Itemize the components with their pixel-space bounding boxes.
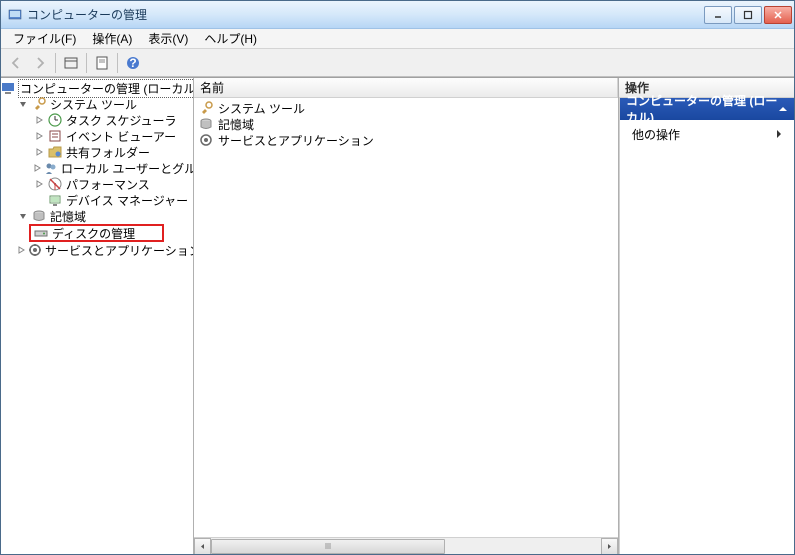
back-button[interactable] xyxy=(5,52,27,74)
list-item-label: 記憶域 xyxy=(218,116,254,133)
services-icon xyxy=(28,242,42,258)
forward-button[interactable] xyxy=(29,52,51,74)
list-row[interactable]: 記憶域 xyxy=(194,116,618,132)
scroll-left-button[interactable] xyxy=(194,538,211,555)
action-panel: 操作 コンピューターの管理 (ローカル) 他の操作 xyxy=(619,78,794,554)
device-icon xyxy=(47,192,63,208)
menu-view[interactable]: 表示(V) xyxy=(140,28,196,49)
collapse-icon[interactable] xyxy=(17,210,29,222)
tree-item-storage[interactable]: 記憶域 xyxy=(1,208,193,224)
disk-icon xyxy=(33,225,49,241)
svg-text:?: ? xyxy=(129,56,136,70)
menubar: ファイル(F) 操作(A) 表示(V) ヘルプ(H) xyxy=(1,29,794,49)
tree-item-event-viewer[interactable]: イベント ビューアー xyxy=(1,128,193,144)
shared-folder-icon xyxy=(47,144,63,160)
users-icon xyxy=(44,160,58,176)
tree-item-disk-management-highlighted[interactable]: ディスクの管理 xyxy=(29,224,164,242)
tree-label: システム ツール xyxy=(50,96,137,113)
window-frame: コンピューターの管理 ファイル(F) 操作(A) 表示(V) ヘルプ(H) xyxy=(0,0,795,555)
tree-label: パフォーマンス xyxy=(66,176,150,193)
computer-icon xyxy=(1,80,15,96)
expand-icon[interactable] xyxy=(33,114,45,126)
storage-icon xyxy=(198,116,214,132)
toolbar: ? xyxy=(1,49,794,77)
expand-icon[interactable] xyxy=(33,162,42,174)
expand-icon[interactable] xyxy=(33,178,45,190)
close-button[interactable] xyxy=(764,6,792,24)
menu-file[interactable]: ファイル(F) xyxy=(5,28,84,49)
services-icon xyxy=(198,132,214,148)
list-row[interactable]: システム ツール xyxy=(194,100,618,116)
list-body: システム ツール 記憶域 サービスとアプリケーション xyxy=(194,98,618,537)
menu-help[interactable]: ヘルプ(H) xyxy=(196,28,265,49)
toolbar-separator xyxy=(86,53,87,73)
maximize-button[interactable] xyxy=(734,6,762,24)
expand-icon[interactable] xyxy=(33,130,45,142)
titlebar: コンピューターの管理 xyxy=(1,1,794,29)
expand-icon[interactable] xyxy=(33,146,45,158)
tree-item-system-tools[interactable]: システム ツール xyxy=(1,96,193,112)
scroll-right-button[interactable] xyxy=(601,538,618,555)
tree-item-device-manager[interactable]: デバイス マネージャー xyxy=(1,192,193,208)
menu-action[interactable]: 操作(A) xyxy=(84,28,140,49)
tree-label: ローカル ユーザーとグループ xyxy=(61,160,194,177)
properties-button[interactable] xyxy=(91,52,113,74)
tree-label: 共有フォルダー xyxy=(66,144,150,161)
horizontal-scrollbar[interactable] xyxy=(194,537,618,554)
list-item-label: システム ツール xyxy=(218,100,305,117)
list-header: 名前 xyxy=(194,78,618,98)
expand-icon[interactable] xyxy=(17,244,26,256)
performance-icon xyxy=(47,176,63,192)
list-row[interactable]: サービスとアプリケーション xyxy=(194,132,618,148)
minimize-button[interactable] xyxy=(704,6,732,24)
help-button[interactable]: ? xyxy=(122,52,144,74)
up-button[interactable] xyxy=(60,52,82,74)
collapse-up-icon xyxy=(778,102,788,116)
action-section-title: コンピューターの管理 (ローカル) xyxy=(626,92,778,126)
action-item-label: 他の操作 xyxy=(632,126,680,143)
tree-label: タスク スケジューラ xyxy=(66,112,177,129)
event-icon xyxy=(47,128,63,144)
main-area: コンピューターの管理 (ローカル) システム ツール タスク スケジューラ イベ… xyxy=(1,77,794,554)
tree-label: イベント ビューアー xyxy=(66,128,176,145)
clock-icon xyxy=(47,112,63,128)
chevron-right-icon xyxy=(776,128,782,142)
toolbar-separator xyxy=(117,53,118,73)
tree-root[interactable]: コンピューターの管理 (ローカル) xyxy=(1,80,193,96)
tools-icon xyxy=(31,96,47,112)
window-controls xyxy=(704,6,792,24)
tree-label: ディスクの管理 xyxy=(52,225,135,242)
tree-label: デバイス マネージャー xyxy=(66,192,188,209)
tree-item-local-users[interactable]: ローカル ユーザーとグループ xyxy=(1,160,193,176)
tree-item-services-apps[interactable]: サービスとアプリケーション xyxy=(1,242,193,258)
action-section-header[interactable]: コンピューターの管理 (ローカル) xyxy=(620,98,794,120)
tools-icon xyxy=(198,100,214,116)
collapse-icon[interactable] xyxy=(17,98,29,110)
list-panel: 名前 システム ツール 記憶域 サービスとアプリケーション xyxy=(194,78,619,554)
storage-icon xyxy=(31,208,47,224)
tree-label: サービスとアプリケーション xyxy=(45,242,194,259)
column-name[interactable]: 名前 xyxy=(194,78,618,97)
list-item-label: サービスとアプリケーション xyxy=(218,132,374,149)
window-title: コンピューターの管理 xyxy=(27,6,704,23)
tree-panel: コンピューターの管理 (ローカル) システム ツール タスク スケジューラ イベ… xyxy=(1,78,194,554)
toolbar-separator xyxy=(55,53,56,73)
scroll-thumb[interactable] xyxy=(211,539,445,554)
tree-item-task-scheduler[interactable]: タスク スケジューラ xyxy=(1,112,193,128)
action-body: コンピューターの管理 (ローカル) 他の操作 xyxy=(619,98,794,554)
spacer xyxy=(33,194,45,206)
grip-icon xyxy=(324,542,332,550)
tree-label: 記憶域 xyxy=(50,208,86,225)
app-icon xyxy=(7,7,23,23)
tree-item-shared-folders[interactable]: 共有フォルダー xyxy=(1,144,193,160)
tree-item-performance[interactable]: パフォーマンス xyxy=(1,176,193,192)
scroll-track[interactable] xyxy=(211,538,601,555)
